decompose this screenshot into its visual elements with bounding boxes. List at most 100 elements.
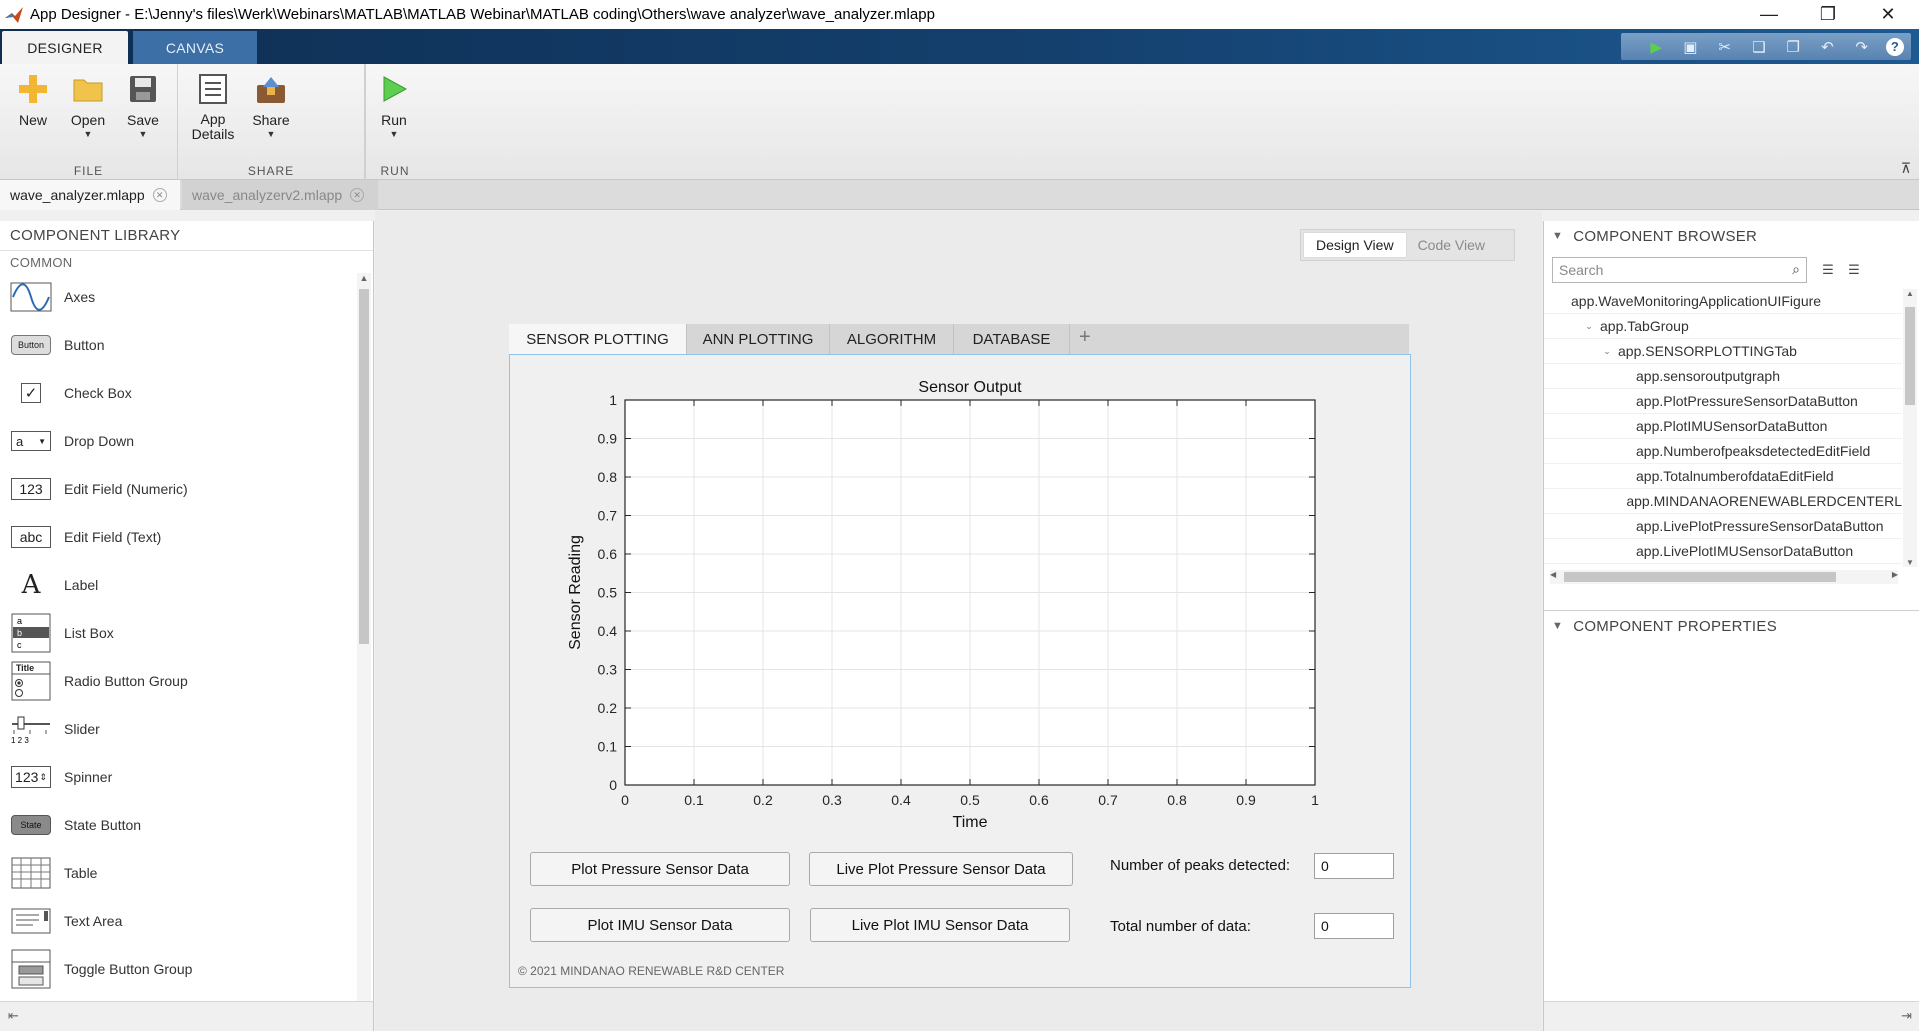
share-button[interactable]: Share ▼	[244, 72, 298, 139]
plot-imu-sensor-data-button[interactable]: Plot IMU Sensor Data	[530, 908, 790, 942]
component-spinner[interactable]: 123 ⇕ Spinner	[0, 753, 356, 801]
tree-node[interactable]: app.LivePlotPressureSensorDataButton	[1544, 514, 1902, 539]
tree-horizontal-scrollbar[interactable]: ◀ ▶	[1550, 570, 1898, 584]
tab-ann-plotting[interactable]: ANN PLOTTING	[687, 324, 830, 354]
share-dropdown-icon[interactable]: ▼	[244, 129, 298, 139]
tree-node[interactable]: ⌄app.ANNPLOTTINGTab	[1544, 564, 1902, 567]
component-text-area[interactable]: Text Area	[0, 897, 356, 945]
tree-scroll-thumb[interactable]	[1905, 307, 1915, 405]
close-tab-icon[interactable]: ✕	[350, 188, 365, 202]
expand-tree-icon[interactable]: ☰	[1817, 259, 1839, 281]
live-plot-pressure-sensor-data-button[interactable]: Live Plot Pressure Sensor Data	[809, 852, 1073, 886]
minimize-button[interactable]: —	[1741, 0, 1797, 29]
save-dropdown-icon[interactable]: ▼	[116, 129, 170, 139]
library-scrollbar[interactable]: ▲ ▼	[357, 273, 371, 1013]
browser-search-input[interactable]: Search ⌕	[1552, 257, 1807, 283]
run-group-label: RUN	[380, 164, 410, 178]
run-button[interactable]: Run ▼	[367, 72, 421, 139]
app-details-button[interactable]: App Details	[186, 72, 240, 142]
tree-node[interactable]: app.LivePlotIMUSensorDataButton	[1544, 539, 1902, 564]
close-tab-icon[interactable]: ✕	[152, 188, 167, 202]
tree-node[interactable]: app.NumberofpeaksdetectedEditField	[1544, 439, 1902, 464]
collapse-left-icon[interactable]: ⇤	[8, 1008, 19, 1024]
collapse-triangle-icon[interactable]: ▼	[1552, 620, 1563, 632]
open-dropdown-icon[interactable]: ▼	[61, 129, 115, 139]
help-quick-icon[interactable]: ?	[1885, 37, 1904, 56]
component-edit-field-numeric[interactable]: 123 Edit Field (Numeric)	[0, 465, 356, 513]
tree-options-icon[interactable]: ☰	[1843, 259, 1865, 281]
component-radio-button-group[interactable]: Title Radio Button Group	[0, 657, 356, 705]
component-slider[interactable]: 1 2 3 Slider	[0, 705, 356, 753]
tab-sensor-plotting[interactable]: SENSOR PLOTTING	[509, 324, 687, 354]
y-tick-label: 0.4	[598, 623, 618, 639]
expand-arrow-icon[interactable]: ⌄	[1582, 321, 1596, 332]
component-state-button[interactable]: State State Button	[0, 801, 356, 849]
save-quick-icon[interactable]: ▣	[1680, 37, 1700, 57]
code-view-button[interactable]: Code View	[1406, 233, 1497, 257]
search-icon[interactable]: ⌕	[1792, 261, 1800, 278]
tree-node[interactable]: app.sensoroutputgraph	[1544, 364, 1902, 389]
redo-quick-icon[interactable]: ↷	[1852, 37, 1872, 57]
total-data-field[interactable]: 0	[1314, 913, 1394, 939]
live-plot-imu-sensor-data-button[interactable]: Live Plot IMU Sensor Data	[810, 908, 1070, 942]
add-tab-icon[interactable]: +	[1079, 326, 1091, 349]
component-properties-header[interactable]: ▼ COMPONENT PROPERTIES	[1544, 611, 1919, 641]
component-drop-down[interactable]: a ▼ Drop Down	[0, 417, 356, 465]
component-library-panel: COMPONENT LIBRARY COMMON Axes Button But…	[0, 221, 374, 1031]
component-table[interactable]: Table	[0, 849, 356, 897]
paste-quick-icon[interactable]: ❐	[1783, 37, 1803, 57]
matlab-logo-icon	[5, 6, 23, 23]
restore-button[interactable]: ❐	[1800, 0, 1856, 29]
run-dropdown-icon[interactable]: ▼	[367, 129, 421, 139]
doc-tab-wave-analyzerv2[interactable]: wave_analyzerv2.mlapp ✕	[182, 180, 378, 210]
x-tick-label: 0.6	[1029, 792, 1049, 808]
tree-node-label: app.TotalnumberofdataEditField	[1636, 468, 1834, 484]
tree-node[interactable]: app.PlotPressureSensorDataButton	[1544, 389, 1902, 414]
tab-canvas[interactable]: CANVAS	[133, 31, 257, 64]
close-button[interactable]: ✕	[1860, 0, 1916, 29]
scroll-left-icon[interactable]: ◀	[1550, 570, 1556, 579]
tab-database[interactable]: DATABASE	[954, 324, 1070, 354]
sensor-output-axes[interactable]: 0 0.1 0.2 0.3 0.4 0.5 0.6 0.7 0.8 0.9 1 0 0.1 0.2 0.3 0…	[560, 372, 1340, 842]
scroll-up-icon[interactable]: ▲	[1903, 289, 1917, 298]
run-quick-icon[interactable]: ▶	[1646, 37, 1666, 57]
scroll-right-icon[interactable]: ▶	[1892, 570, 1898, 579]
design-view-button[interactable]: Design View	[1304, 233, 1406, 257]
collapse-right-icon[interactable]: ⇥	[1901, 1008, 1912, 1024]
component-list-box[interactable]: abc List Box	[0, 609, 356, 657]
tab-algorithm[interactable]: ALGORITHM	[830, 324, 954, 354]
component-button[interactable]: Button Button	[0, 321, 356, 369]
open-button[interactable]: Open ▼	[61, 72, 115, 139]
quick-access-toolbar: ▶ ▣ ✂ ❏ ❐ ↶ ↷ ?	[1621, 33, 1911, 60]
scroll-up-icon[interactable]: ▲	[357, 273, 371, 283]
component-toggle-button-group[interactable]: Toggle Button Group	[0, 945, 356, 993]
tree-hscroll-thumb[interactable]	[1564, 572, 1836, 582]
component-browser-header[interactable]: ▼ COMPONENT BROWSER	[1544, 221, 1919, 251]
component-edit-field-text[interactable]: abc Edit Field (Text)	[0, 513, 356, 561]
cut-quick-icon[interactable]: ✂	[1715, 37, 1735, 57]
tree-vertical-scrollbar[interactable]: ▲ ▼	[1903, 289, 1917, 567]
tree-node[interactable]: app.WaveMonitoringApplicationUIFigure	[1544, 289, 1902, 314]
component-label[interactable]: A Label	[0, 561, 356, 609]
tree-node[interactable]: app.PlotIMUSensorDataButton	[1544, 414, 1902, 439]
tree-node[interactable]: app.TotalnumberofdataEditField	[1544, 464, 1902, 489]
library-scroll-thumb[interactable]	[359, 289, 369, 644]
collapse-triangle-icon[interactable]: ▼	[1552, 230, 1563, 242]
doc-tab-wave-analyzer[interactable]: wave_analyzer.mlapp ✕	[0, 180, 180, 210]
share-group-label: SHARE	[247, 164, 295, 178]
scroll-down-icon[interactable]: ▼	[1903, 558, 1917, 567]
undo-quick-icon[interactable]: ↶	[1817, 37, 1837, 57]
collapse-ribbon-icon[interactable]: ⊼	[1901, 160, 1911, 177]
peaks-detected-field[interactable]: 0	[1314, 853, 1394, 879]
tab-designer[interactable]: DESIGNER	[2, 31, 128, 64]
tree-node[interactable]: app.MINDANAORENEWABLERDCENTERL	[1544, 489, 1902, 514]
copy-quick-icon[interactable]: ❏	[1749, 37, 1769, 57]
component-check-box[interactable]: ✓ Check Box	[0, 369, 356, 417]
new-button[interactable]: New	[6, 72, 60, 128]
tree-node[interactable]: ⌄ app.SENSORPLOTTINGTab	[1544, 339, 1902, 364]
tree-node[interactable]: ⌄ app.TabGroup	[1544, 314, 1902, 339]
component-axes[interactable]: Axes	[0, 273, 356, 321]
expand-arrow-icon[interactable]: ⌄	[1600, 346, 1614, 357]
plot-pressure-sensor-data-button[interactable]: Plot Pressure Sensor Data	[530, 852, 790, 886]
save-button[interactable]: Save ▼	[116, 72, 170, 139]
